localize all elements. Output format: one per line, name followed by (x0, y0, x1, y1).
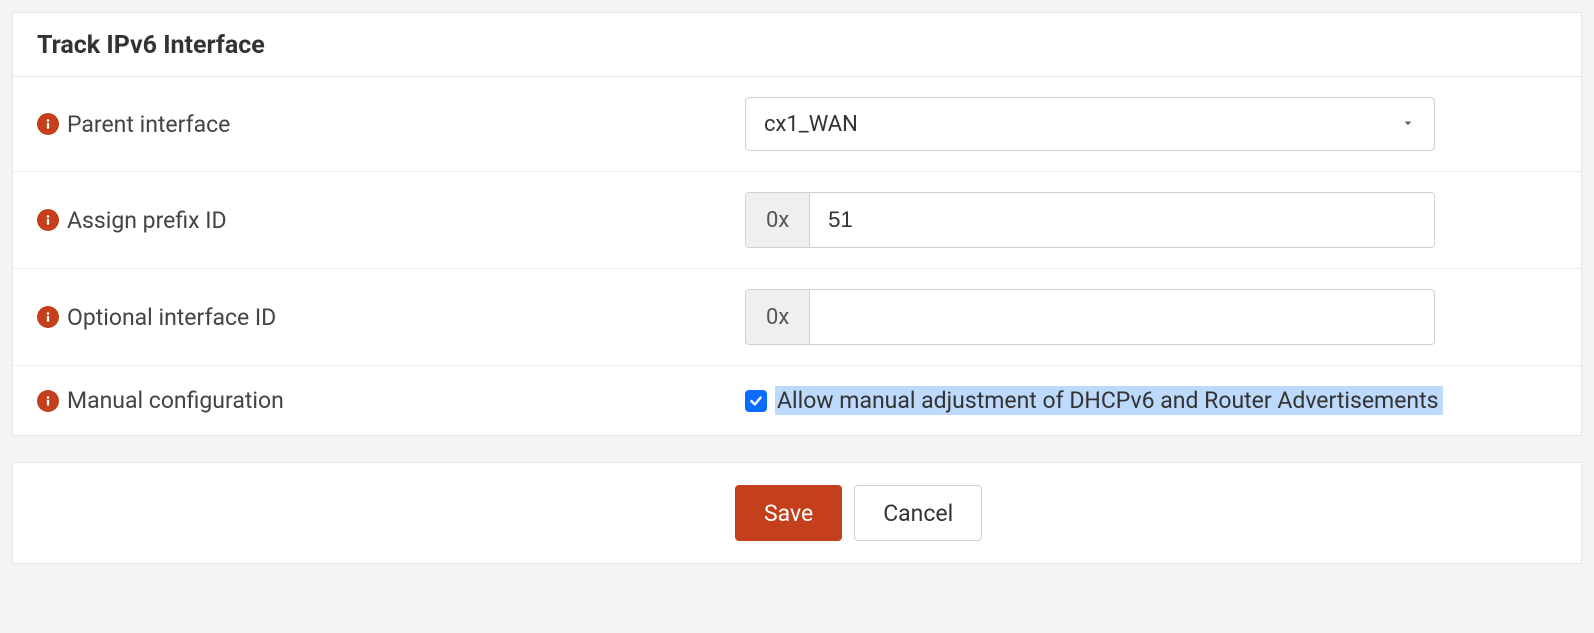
label-assign-prefix-id: Assign prefix ID (37, 207, 735, 234)
assign-prefix-id-group: 0x (745, 192, 1435, 248)
manual-configuration-checkbox-label[interactable]: Allow manual adjustment of DHCPv6 and Ro… (775, 386, 1443, 415)
caret-down-icon (1400, 112, 1416, 137)
select-value: cx1_WAN (764, 112, 858, 137)
row-manual-configuration: Manual configuration Allow manual adjust… (13, 366, 1581, 435)
info-icon[interactable] (37, 390, 59, 412)
row-assign-prefix-id: Assign prefix ID 0x (13, 172, 1581, 269)
parent-interface-select[interactable]: cx1_WAN (745, 97, 1435, 151)
field-label: Manual configuration (67, 387, 284, 414)
field-label: Optional interface ID (67, 304, 276, 331)
label-optional-interface-id: Optional interface ID (37, 304, 735, 331)
info-icon[interactable] (37, 113, 59, 135)
optional-interface-id-group: 0x (745, 289, 1435, 345)
button-bar: Save Cancel (12, 462, 1582, 564)
hex-prefix-addon: 0x (746, 290, 810, 344)
field-label: Parent interface (67, 111, 230, 138)
row-parent-interface: Parent interface cx1_WAN (13, 77, 1581, 172)
cancel-button[interactable]: Cancel (854, 485, 982, 541)
label-parent-interface: Parent interface (37, 111, 735, 138)
label-manual-configuration: Manual configuration (37, 387, 735, 414)
row-optional-interface-id: Optional interface ID 0x (13, 269, 1581, 366)
field-label: Assign prefix ID (67, 207, 227, 234)
manual-configuration-checkbox[interactable] (745, 390, 767, 412)
track-ipv6-panel: Track IPv6 Interface Parent interface cx… (12, 12, 1582, 436)
panel-title: Track IPv6 Interface (37, 31, 265, 60)
info-icon[interactable] (37, 209, 59, 231)
hex-prefix-addon: 0x (746, 193, 810, 247)
optional-interface-id-input[interactable] (810, 290, 1434, 344)
assign-prefix-id-input[interactable] (810, 193, 1434, 247)
panel-header: Track IPv6 Interface (13, 13, 1581, 77)
save-button[interactable]: Save (735, 485, 842, 541)
info-icon[interactable] (37, 306, 59, 328)
